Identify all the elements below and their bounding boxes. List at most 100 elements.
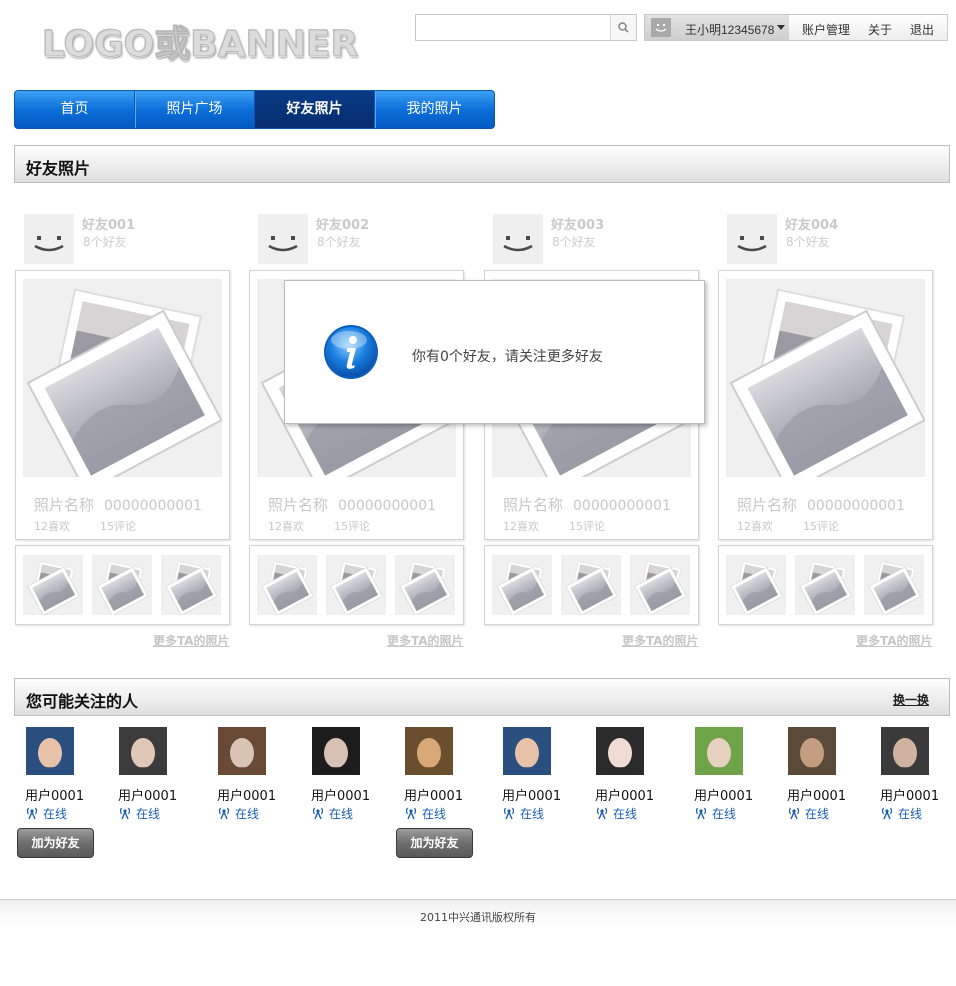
comments-count: 15评论 [334, 520, 370, 533]
thumbnail[interactable] [23, 555, 83, 616]
smiley-icon [503, 236, 533, 252]
friend-name[interactable]: 好友003 [551, 214, 604, 233]
swap-link[interactable]: 换一换 [893, 691, 929, 708]
user-name[interactable]: 用户0001 [25, 785, 84, 804]
thumbnail[interactable] [726, 555, 786, 616]
user-photo[interactable] [119, 727, 167, 775]
smiley-icon [268, 236, 298, 252]
more-photos-link[interactable]: 更多TA的照片 [153, 632, 230, 649]
thumbnail[interactable] [161, 555, 221, 616]
thumbnail-strip [249, 545, 464, 625]
thumbnail[interactable] [561, 555, 621, 616]
friend-name[interactable]: 好友002 [316, 214, 369, 233]
user-photo[interactable] [788, 727, 836, 775]
smiley-icon [34, 236, 64, 252]
friend-avatar[interactable] [258, 214, 308, 264]
friend-avatar[interactable] [24, 214, 74, 264]
online-status: 在线 [595, 805, 637, 822]
user-name[interactable]: 用户0001 [118, 785, 177, 804]
section-title: 好友照片 [26, 159, 91, 178]
main-photo[interactable] [23, 279, 223, 494]
nav-item-home[interactable]: 首页 [15, 91, 135, 128]
friend-name[interactable]: 好友001 [82, 214, 135, 233]
more-photos-link[interactable]: 更多TA的照片 [387, 632, 464, 649]
user-photo[interactable] [503, 727, 551, 775]
user-photo[interactable] [312, 727, 360, 775]
nav-item-friends-photos[interactable]: 好友照片 [255, 91, 375, 128]
online-status: 在线 [404, 805, 446, 822]
user-photo[interactable] [596, 727, 644, 775]
friend-name[interactable]: 好友004 [785, 214, 838, 233]
photo-id: 00000000001 [573, 498, 671, 514]
photo-id: 00000000001 [104, 498, 202, 514]
about-link[interactable]: 关于 [868, 21, 892, 38]
user-name[interactable]: 用户0001 [217, 785, 276, 804]
photo-name: 照片名称 [503, 496, 564, 514]
logout-link[interactable]: 退出 [910, 21, 934, 38]
status-label: 在线 [898, 807, 923, 821]
main-nav: 首页 照片广场 好友照片 我的照片 [14, 90, 495, 129]
signal-icon [503, 807, 515, 820]
photo-card: 照片名称 00000000001 12喜欢 15评论 [718, 270, 933, 540]
signal-icon [218, 807, 230, 820]
logo-banner: LOGO或BANNER [41, 24, 359, 66]
likes-count: 12喜欢 [737, 520, 773, 533]
online-status: 在线 [502, 805, 544, 822]
photo-id: 00000000001 [807, 498, 905, 514]
likes-count: 12喜欢 [34, 520, 70, 533]
online-status: 在线 [880, 805, 922, 822]
thumbnail[interactable] [630, 555, 690, 616]
add-friend-button[interactable]: 加为好友 [17, 828, 94, 858]
thumbnail[interactable] [864, 555, 924, 616]
more-photos-link[interactable]: 更多TA的照片 [856, 632, 933, 649]
nav-item-my-photos[interactable]: 我的照片 [375, 91, 494, 128]
user-dropdown[interactable]: 王小明12345678 [645, 15, 789, 40]
user-name[interactable]: 用户0001 [880, 785, 939, 804]
likes-count: 12喜欢 [268, 520, 304, 533]
user-name[interactable]: 用户0001 [694, 785, 753, 804]
thumbnail[interactable] [92, 555, 152, 616]
status-label: 在线 [422, 807, 447, 821]
comments-count: 15评论 [803, 520, 839, 533]
user-name[interactable]: 用户0001 [595, 785, 654, 804]
friend-avatar[interactable] [493, 214, 543, 264]
signal-icon [119, 807, 131, 820]
user-photo[interactable] [881, 727, 929, 775]
main-photo[interactable] [726, 279, 926, 494]
add-friend-button[interactable]: 加为好友 [396, 828, 473, 858]
search-input[interactable] [416, 15, 610, 40]
photo-title: 照片名称 00000000001 [34, 494, 202, 515]
signal-icon [596, 807, 608, 820]
user-photo[interactable] [405, 727, 453, 775]
user-name[interactable]: 用户0001 [502, 785, 561, 804]
search-button[interactable] [610, 15, 636, 40]
photo-title: 照片名称 00000000001 [503, 494, 671, 515]
thumbnail[interactable] [395, 555, 455, 616]
friend-count: 8个好友 [83, 235, 127, 249]
user-avatar-icon [651, 18, 671, 37]
thumbnail[interactable] [326, 555, 386, 616]
thumbnail[interactable] [795, 555, 855, 616]
nav-item-plaza[interactable]: 照片广场 [135, 91, 255, 128]
photo-name: 照片名称 [34, 496, 95, 514]
status-label: 在线 [805, 807, 830, 821]
thumbnail[interactable] [257, 555, 317, 616]
online-status: 在线 [217, 805, 259, 822]
friend-count: 8个好友 [317, 235, 361, 249]
user-photo[interactable] [218, 727, 266, 775]
user-name[interactable]: 用户0001 [787, 785, 846, 804]
photo-card: 照片名称 00000000001 12喜欢 15评论 [15, 270, 230, 540]
thumbnail[interactable] [492, 555, 552, 616]
user-name[interactable]: 用户0001 [404, 785, 463, 804]
friend-avatar[interactable] [727, 214, 777, 264]
user-bar: 王小明12345678 账户管理 关于 退出 [644, 14, 948, 41]
user-name[interactable]: 用户0001 [311, 785, 370, 804]
account-link[interactable]: 账户管理 [802, 21, 850, 38]
more-photos-link[interactable]: 更多TA的照片 [622, 632, 699, 649]
status-label: 在线 [43, 807, 68, 821]
user-photo[interactable] [695, 727, 743, 775]
friend-count: 8个好友 [552, 235, 596, 249]
comments-count: 15评论 [100, 520, 136, 533]
user-photo[interactable] [26, 727, 74, 775]
signal-icon [312, 807, 324, 820]
